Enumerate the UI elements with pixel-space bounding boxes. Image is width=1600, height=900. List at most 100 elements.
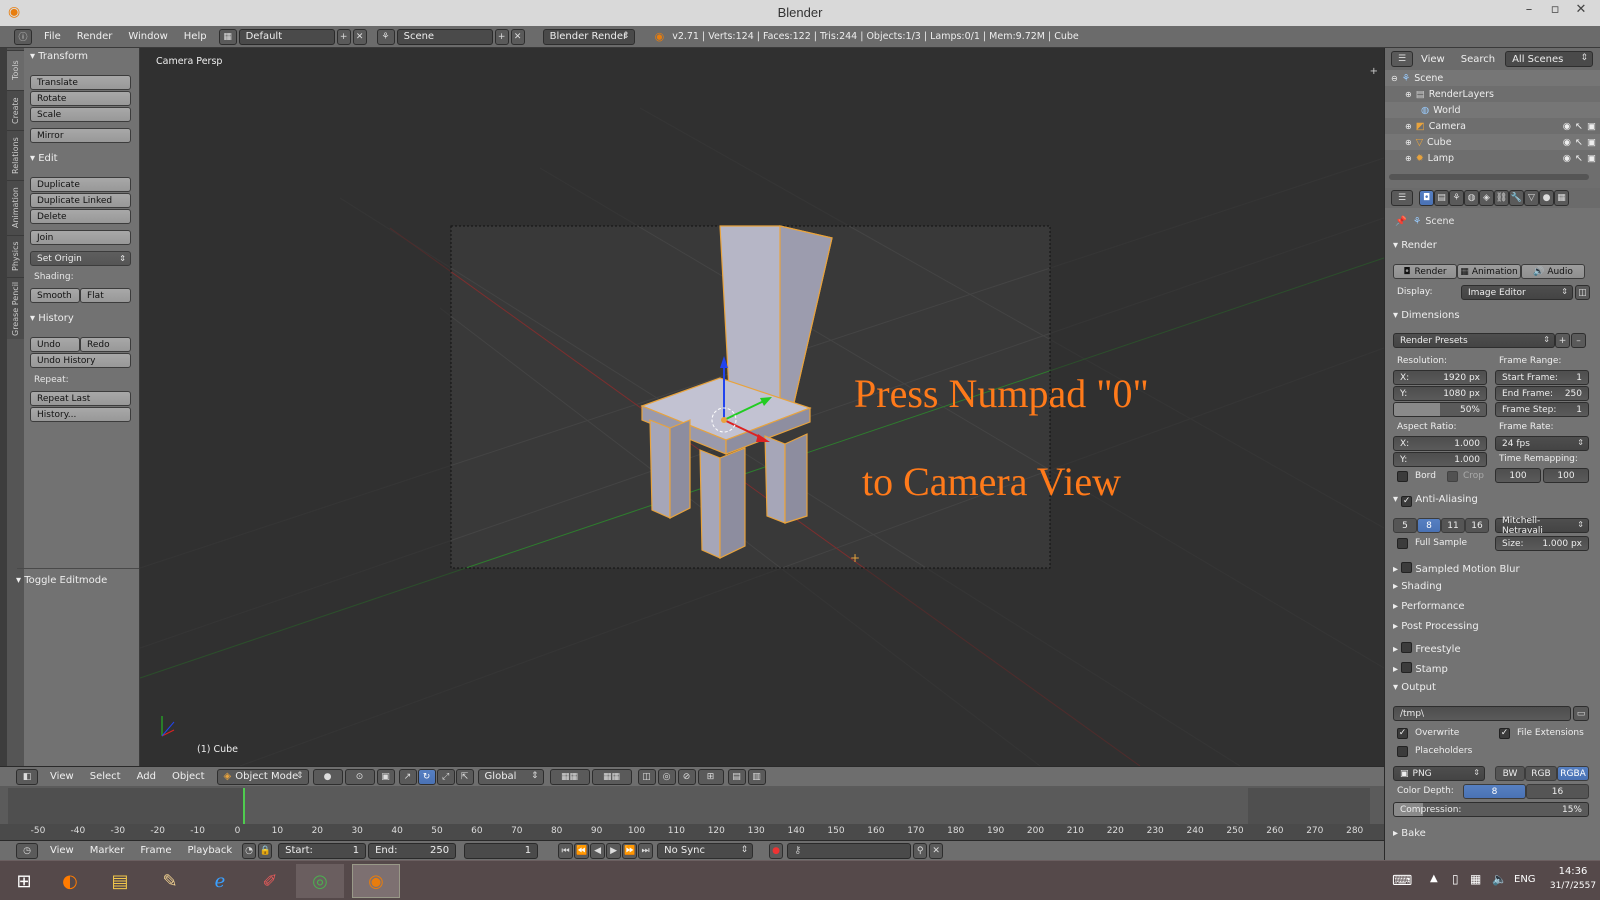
translate-button[interactable]: Translate — [30, 75, 131, 90]
tab-create[interactable]: Create — [7, 90, 24, 130]
play-icon[interactable]: ▶ — [606, 842, 622, 859]
render-camera-icon[interactable]: ▣ — [1587, 137, 1596, 148]
remove-layout-icon[interactable]: ✕ — [352, 28, 367, 45]
add-layout-icon[interactable]: + — [336, 28, 351, 45]
file-extensions-checkbox[interactable]: ✓ — [1499, 728, 1510, 739]
render-panel-header[interactable]: ▾ Render — [1393, 240, 1437, 251]
render-button[interactable]: ◘ Render — [1393, 264, 1457, 279]
menu-window[interactable]: Window — [128, 31, 167, 42]
keying-set-field[interactable]: ⚷ — [787, 842, 912, 859]
overwrite-checkbox[interactable]: ✓ — [1397, 728, 1408, 739]
redo-button[interactable]: Redo — [80, 337, 131, 352]
repeat-last-button[interactable]: Repeat Last — [30, 391, 131, 406]
clock-time[interactable]: 14:36 — [1548, 866, 1598, 877]
data-context-icon[interactable]: ▽ — [1524, 190, 1539, 206]
outliner-filter-dropdown[interactable]: All Scenes — [1505, 51, 1594, 67]
menu-frame[interactable]: Frame — [140, 845, 171, 856]
crop-checkbox[interactable] — [1447, 471, 1458, 482]
freestyle-checkbox[interactable] — [1401, 642, 1413, 653]
object-context-icon[interactable]: ◈ — [1479, 190, 1494, 206]
blender-taskbar-icon[interactable]: ◉ — [352, 864, 400, 898]
shading-header[interactable]: ▸ Shading — [1393, 581, 1442, 592]
placeholders-checkbox[interactable] — [1397, 746, 1408, 757]
play-reverse-icon[interactable]: ◀ — [590, 842, 606, 859]
outliner-row-scene[interactable]: ⊖ ⚘ Scene — [1385, 70, 1600, 86]
start-frame-field[interactable]: Start Frame: 1 — [1495, 370, 1589, 385]
battery-icon[interactable]: ▯ — [1452, 872, 1459, 886]
aa-checkbox[interactable]: ✓ — [1401, 496, 1413, 507]
transform-panel-header[interactable]: ▾ Transform — [30, 51, 88, 62]
outliner-row-camera[interactable]: ⊕ ◩ Camera ◉ ↖ ▣ — [1385, 118, 1600, 134]
remove-preset-icon[interactable]: – — [1571, 333, 1586, 348]
duplicate-button[interactable]: Duplicate — [30, 177, 131, 192]
resolution-x-field[interactable]: X: 1920 px — [1393, 370, 1487, 385]
render-engine-dropdown[interactable]: Blender Render — [542, 28, 635, 45]
mirror-button[interactable]: Mirror — [30, 128, 131, 143]
add-preset-icon[interactable]: + — [1555, 333, 1570, 348]
border-checkbox[interactable] — [1397, 471, 1408, 482]
frame-rate-dropdown[interactable]: 24 fps — [1495, 436, 1589, 451]
material-context-icon[interactable]: ● — [1539, 190, 1554, 206]
editor-type-info-icon[interactable]: ⓘ — [14, 28, 32, 45]
toggle-editmode-header[interactable]: ▾ Toggle Editmode — [16, 575, 107, 586]
editor-type-properties-icon[interactable]: ☰ — [1391, 190, 1413, 206]
tab-animation[interactable]: Animation — [7, 180, 24, 235]
visibility-eye-icon[interactable]: ◉ — [1563, 137, 1571, 148]
properties-toggle-icon[interactable]: + — [1370, 66, 1378, 77]
internet-explorer-icon[interactable]: ℯ — [196, 864, 244, 898]
bw-button[interactable]: BW — [1495, 766, 1525, 781]
scale-button[interactable]: Scale — [30, 107, 131, 122]
render-context-icon[interactable]: ◘ — [1419, 190, 1434, 206]
language-indicator[interactable]: ENG — [1514, 874, 1536, 885]
aspect-y-field[interactable]: Y: 1.000 — [1393, 452, 1487, 467]
scene-context-icon[interactable]: ⚘ — [1449, 190, 1464, 206]
end-frame-field[interactable]: End Frame: 250 — [1495, 386, 1589, 401]
screen-layout-icon[interactable]: ▦ — [218, 28, 237, 45]
aa-panel-header[interactable]: ▾ ✓ Anti-Aliasing — [1393, 494, 1478, 507]
history-panel-header[interactable]: ▾ History — [30, 313, 74, 324]
editor-type-timeline-icon[interactable]: ◷ — [16, 842, 38, 859]
menu-select[interactable]: Select — [90, 771, 121, 782]
aa-samples-8[interactable]: 8 — [1417, 518, 1441, 533]
join-button[interactable]: Join — [30, 230, 131, 245]
chair-cube-object[interactable] — [640, 225, 833, 559]
selectable-arrow-icon[interactable]: ↖ — [1575, 153, 1583, 164]
aa-samples-11[interactable]: 11 — [1441, 518, 1465, 533]
opengl-render-icon[interactable]: ▤ — [727, 768, 746, 785]
outliner-row-cube[interactable]: ⊕ ▽ Cube ◉ ↖ ▣ — [1385, 134, 1600, 150]
delete-button[interactable]: Delete — [30, 209, 131, 224]
record-icon[interactable]: ● — [769, 842, 784, 859]
outliner-menu-search[interactable]: Search — [1461, 54, 1495, 65]
lock-camera-icon[interactable]: ◫ — [637, 768, 656, 785]
rotate-manipulator-icon[interactable]: ↻ — [417, 768, 436, 785]
file-format-dropdown[interactable]: ▣ PNG — [1393, 766, 1485, 781]
preview-range-icon[interactable]: ◔ — [242, 842, 257, 859]
jump-start-icon[interactable]: ⏮ — [558, 842, 574, 859]
resolution-percentage-slider[interactable]: 50% — [1393, 402, 1487, 417]
opengl-anim-icon[interactable]: ▥ — [747, 768, 766, 785]
tab-physics[interactable]: Physics — [7, 235, 24, 277]
compression-slider[interactable]: Compression: 15% — [1393, 802, 1589, 817]
layers-context-icon[interactable]: ▤ — [1434, 190, 1449, 206]
post-processing-header[interactable]: ▸ Post Processing — [1393, 621, 1479, 632]
outliner-row-world[interactable]: ◍ World — [1385, 102, 1600, 118]
editor-type-3d-icon[interactable]: ◧ — [16, 768, 38, 785]
duplicate-linked-button[interactable]: Duplicate Linked — [30, 193, 131, 208]
menu-file[interactable]: File — [44, 31, 61, 42]
menu-view[interactable]: View — [50, 771, 74, 782]
selectable-arrow-icon[interactable]: ↖ — [1575, 137, 1583, 148]
manipulator-toggle-icon[interactable]: ▣ — [376, 768, 395, 785]
animation-button[interactable]: ▦ Animation — [1457, 264, 1521, 279]
render-presets-dropdown[interactable]: Render Presets — [1393, 333, 1555, 348]
menu-add[interactable]: Add — [137, 771, 156, 782]
firefox-icon[interactable]: ◐ — [46, 864, 94, 898]
mode-dropdown[interactable]: ◈ Object Mode — [216, 768, 309, 785]
current-frame-marker[interactable] — [243, 788, 245, 824]
display-lock-icon[interactable]: ◫ — [1575, 285, 1590, 300]
3d-viewport[interactable]: + Camera Persp (1) Cube Press Numpad "0"… — [140, 48, 1384, 766]
outliner-row-renderlayers[interactable]: ⊕ ▤ RenderLayers — [1385, 86, 1600, 102]
selectable-arrow-icon[interactable]: ↖ — [1575, 121, 1583, 132]
close-button[interactable]: ✕ — [1570, 2, 1592, 20]
aa-size-field[interactable]: Size: 1.000 px — [1495, 536, 1589, 551]
texture-context-icon[interactable]: ▦ — [1554, 190, 1569, 206]
